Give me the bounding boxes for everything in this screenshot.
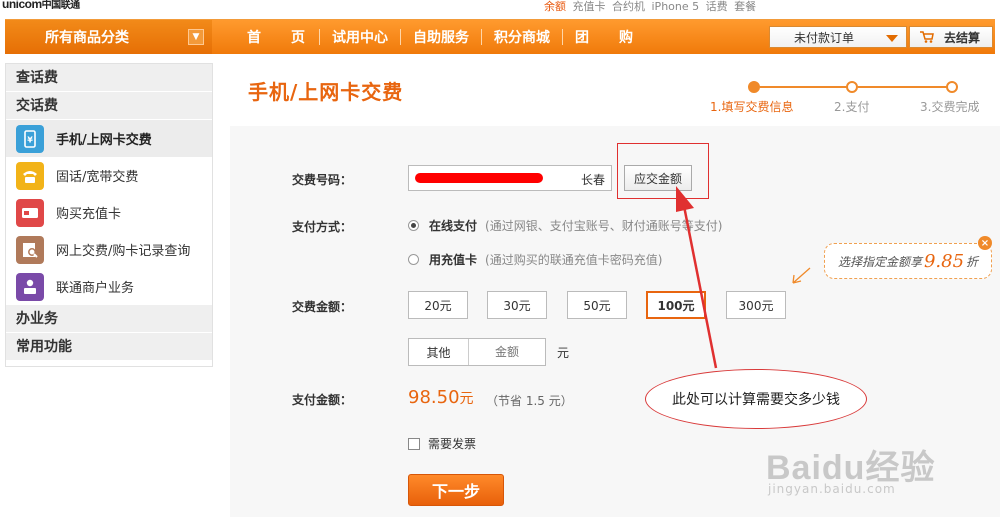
sidebar-section-pay-bill[interactable]: 交话费 [6, 92, 212, 120]
pay-card-radio[interactable] [408, 254, 419, 265]
page-title: 手机/上网卡交费 [248, 80, 404, 104]
annotation-arrow-icon [676, 186, 718, 369]
nav-item-home[interactable]: 首 页 [235, 27, 319, 47]
pay-total-unit: 元 [459, 391, 474, 407]
phone-pay-icon: ¥ [16, 124, 44, 153]
step-label-pay: 2.支付 [834, 100, 870, 114]
logo-cn-text: 中国联通 [41, 0, 81, 11]
sidebar-item-mobile-pay[interactable]: ¥ 手机/上网卡交费 [6, 120, 212, 157]
sidebar-item-label: 固话/宽带交费 [56, 170, 139, 185]
pay-card-option[interactable]: 用充值卡 (通过购买的联通充值卡密码充值) [408, 251, 662, 268]
pay-online-radio[interactable] [408, 220, 419, 231]
amount-option-20[interactable]: 20元 [408, 291, 468, 319]
all-categories-label: 所有商品分类 [45, 30, 129, 46]
unicom-logo[interactable]: unicom中国联通 [2, 0, 80, 11]
checkout-label: 去结算 [944, 30, 981, 45]
sidebar: 查话费 交话费 ¥ 手机/上网卡交费 固话/宽带交费 购买充值卡 网上交费/购卡… [5, 63, 213, 367]
invoice-checkbox[interactable] [408, 437, 420, 450]
pay-card-title: 用充值卡 [429, 253, 478, 267]
sidebar-item-label: 购买充值卡 [56, 207, 122, 222]
promo-prefix: 选择指定金额享 [837, 254, 922, 269]
discount-promo-badge: 选择指定金额享 9.85 折 [824, 243, 992, 279]
all-categories-button[interactable]: 所有商品分类 ▼ [5, 20, 212, 54]
promo-pointer-icon [792, 267, 811, 284]
sidebar-item-landline-broadband[interactable]: 固话/宽带交费 [6, 157, 212, 194]
invoice-label: 需要发票 [428, 437, 477, 451]
sidebar-section-query-bill[interactable]: 查话费 [6, 64, 212, 92]
invoice-option[interactable]: 需要发票 [408, 435, 476, 452]
sidebar-section-common[interactable]: 常用功能 [6, 333, 212, 361]
step-connector [760, 86, 854, 88]
merchant-icon [16, 272, 44, 301]
other-amount-input[interactable] [469, 339, 545, 365]
sidebar-item-label: 手机/上网卡交费 [56, 133, 152, 148]
hot-link[interactable]: iPhone 5 [652, 0, 700, 13]
number-label: 交费号码： [292, 173, 353, 187]
telephone-icon [16, 161, 44, 190]
nav-item-trial[interactable]: 试用中心 [320, 27, 400, 47]
sidebar-section-services[interactable]: 办业务 [6, 305, 212, 333]
step-connector [858, 86, 950, 88]
main-nav: 所有商品分类 ▼ 首 页 试用中心 自助服务 积分商城 团 购 未付款订单 去结… [5, 19, 995, 54]
sidebar-item-records-query[interactable]: 网上交费/购卡记录查询 [6, 231, 212, 268]
nav-item-points-mall[interactable]: 积分商城 [482, 27, 562, 47]
step-label-fill-info: 1.填写交费信息 [710, 100, 794, 114]
other-amount-label[interactable]: 其他 [409, 339, 469, 365]
hot-link[interactable]: 余额 [544, 0, 566, 13]
next-step-button[interactable]: 下一步 [408, 474, 504, 506]
logo-text: unicom [2, 0, 42, 11]
top-strip: unicom中国联通 余额 充值卡 合约机 iPhone 5 话费 套餐 [0, 0, 1000, 18]
promo-suffix: 折 [966, 254, 979, 269]
pay-total-label: 支付金额： [292, 393, 353, 407]
step-dot [846, 81, 858, 93]
sidebar-item-buy-card[interactable]: 购买充值卡 [6, 194, 212, 231]
page: unicom中国联通 余额 充值卡 合约机 iPhone 5 话费 套餐 所有商… [0, 0, 1000, 517]
step-dot [946, 81, 958, 93]
unpaid-orders-label: 未付款订单 [794, 30, 855, 45]
baidu-jingyan-watermark: Baidu经验 jingyan.baidu.com [758, 440, 998, 510]
cart-icon [920, 31, 934, 43]
promo-discount: 9.85 [923, 250, 965, 272]
checkout-button[interactable]: 去结算 [909, 26, 993, 48]
phone-number-input[interactable]: 长春 [408, 165, 612, 191]
record-search-icon [16, 235, 44, 264]
annotation-callout: 此处可以计算需要交多少钱 [645, 369, 867, 429]
amount-label: 交费金额： [292, 300, 353, 314]
hot-link[interactable]: 话费 [706, 0, 728, 13]
other-amount-unit: 元 [557, 346, 570, 360]
step-label-done: 3.交费完成 [920, 100, 980, 114]
step-dot-current [748, 81, 760, 93]
watermark-url: jingyan.baidu.com [768, 482, 896, 496]
dropdown-arrow-icon [886, 35, 898, 42]
chevron-down-icon: ▼ [188, 29, 204, 45]
pay-card-desc: (通过购买的联通充值卡密码充值) [485, 253, 663, 267]
redaction-mark [415, 173, 543, 183]
unpaid-orders-dropdown[interactable]: 未付款订单 [769, 26, 907, 48]
pay-total-amount: 98.50元 [408, 387, 474, 408]
sidebar-item-label: 联通商户业务 [56, 281, 135, 296]
amount-option-30[interactable]: 30元 [487, 291, 547, 319]
card-icon [16, 198, 44, 227]
pay-online-title: 在线支付 [429, 219, 478, 233]
pay-method-label: 支付方式： [292, 220, 353, 234]
nav-item-self-service[interactable]: 自助服务 [401, 27, 481, 47]
hot-link[interactable]: 合约机 [612, 0, 645, 13]
nav-items: 首 页 试用中心 自助服务 积分商城 团 购 [235, 20, 653, 54]
svg-text:¥: ¥ [27, 135, 33, 144]
phone-city: 长春 [580, 173, 605, 187]
step-indicator: 1.填写交费信息 2.支付 3.交费完成 [700, 80, 1000, 120]
sidebar-item-merchant[interactable]: 联通商户业务 [6, 268, 212, 305]
savings-note: （节省 1.5 元） [486, 394, 573, 408]
pay-total-value: 98.50 [408, 387, 460, 408]
hot-link[interactable]: 套餐 [734, 0, 756, 13]
close-icon[interactable]: × [978, 236, 992, 250]
nav-item-group-buy[interactable]: 团 购 [563, 27, 653, 47]
amount-option-50[interactable]: 50元 [567, 291, 627, 319]
other-amount-group: 其他 [408, 338, 546, 366]
hot-link[interactable]: 充值卡 [573, 0, 606, 13]
sidebar-item-label: 网上交费/购卡记录查询 [56, 244, 191, 259]
hot-links: 余额 充值卡 合约机 iPhone 5 话费 套餐 [544, 0, 759, 14]
